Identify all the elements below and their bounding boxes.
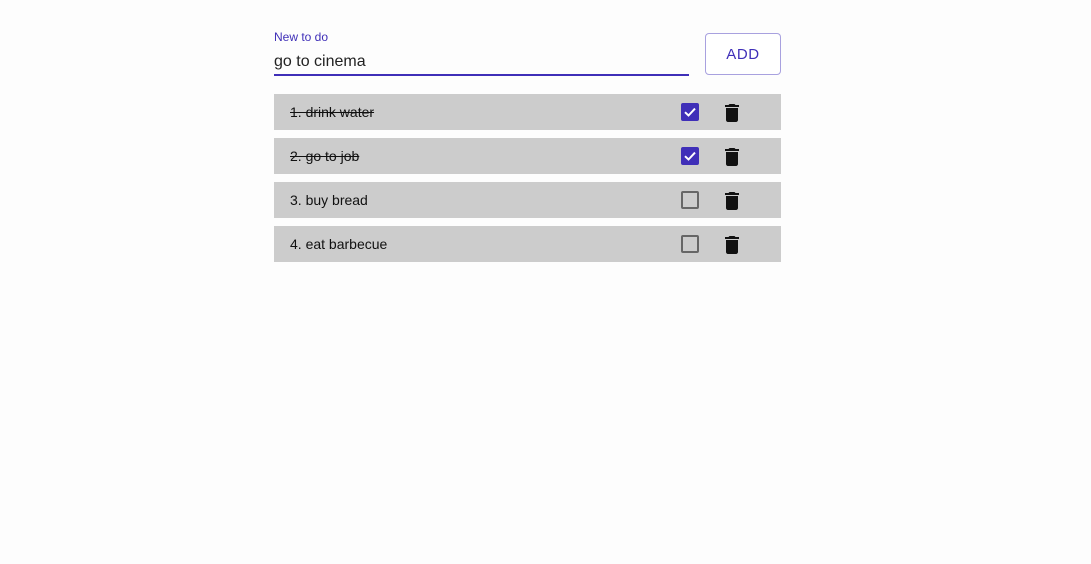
new-todo-field: New to do [274,26,689,78]
todo-list: 1. drink water 2. go to job 3. buy bread… [274,94,781,270]
todo-item: 2. go to job [274,138,781,174]
trash-icon[interactable] [720,145,744,169]
trash-icon[interactable] [720,189,744,213]
todo-app: New to do ADD 1. drink water 2. go to jo… [274,26,781,262]
todo-item: 4. eat barbecue [274,226,781,262]
check-icon [684,107,696,117]
new-todo-input[interactable] [274,50,689,76]
todo-item: 3. buy bread [274,182,781,218]
todo-done-checkbox[interactable] [681,191,699,209]
trash-icon[interactable] [720,101,744,125]
todo-done-checkbox[interactable] [681,147,699,165]
todo-done-checkbox[interactable] [681,235,699,253]
new-todo-row: New to do ADD [274,26,781,82]
check-icon [684,151,696,161]
trash-icon[interactable] [720,233,744,257]
todo-done-checkbox[interactable] [681,103,699,121]
todo-text: 3. buy bread [290,192,368,208]
todo-item: 1. drink water [274,94,781,130]
add-button[interactable]: ADD [705,33,781,75]
todo-text: 1. drink water [290,104,375,120]
todo-text: 2. go to job [290,148,360,164]
todo-text: 4. eat barbecue [290,236,388,252]
new-todo-label: New to do [274,30,329,44]
